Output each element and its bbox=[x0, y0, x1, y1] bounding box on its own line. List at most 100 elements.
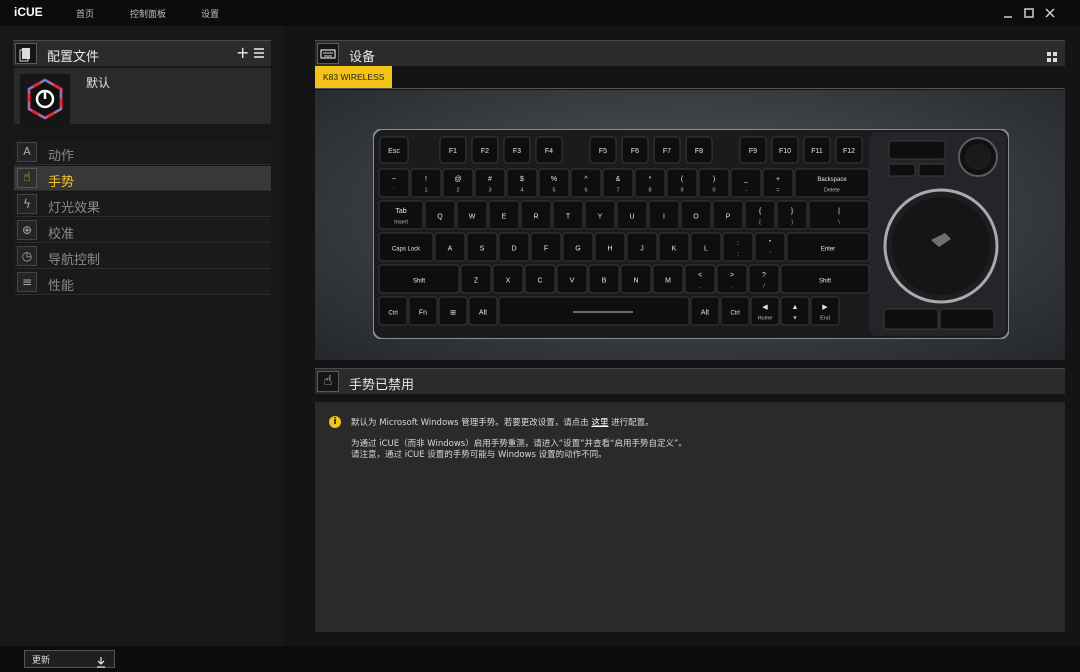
key-r0-2[interactable]: @2 bbox=[442, 168, 474, 198]
update-button[interactable]: 更新 bbox=[24, 650, 115, 668]
key-label: @ bbox=[454, 176, 461, 183]
key-label: L bbox=[704, 245, 708, 252]
key-r1-11[interactable]: {[ bbox=[744, 200, 776, 230]
key-r1-6[interactable]: Y bbox=[584, 200, 616, 230]
key-r4-8[interactable]: ▲▼ bbox=[780, 296, 810, 326]
key-r4-9[interactable]: ▶ End bbox=[810, 296, 840, 326]
minimize-icon[interactable] bbox=[1001, 5, 1015, 19]
key-f4[interactable]: F4 bbox=[535, 136, 563, 164]
key-r2-1[interactable]: A bbox=[434, 232, 466, 262]
key-r0-11[interactable]: _- bbox=[730, 168, 762, 198]
key-r3-6[interactable]: N bbox=[620, 264, 652, 294]
device-tab-k83[interactable]: K83 WIRELESS bbox=[315, 66, 393, 88]
grid-view-icon[interactable] bbox=[1046, 48, 1058, 62]
key-r1-4[interactable]: R bbox=[520, 200, 552, 230]
key-r0-12[interactable]: += bbox=[762, 168, 794, 198]
key-r0-4[interactable]: $4 bbox=[506, 168, 538, 198]
key-label: B bbox=[602, 277, 607, 284]
key-r1-0[interactable]: Tab Insert bbox=[378, 200, 424, 230]
key-r0-7[interactable]: &7 bbox=[602, 168, 634, 198]
key-r0-8[interactable]: *8 bbox=[634, 168, 666, 198]
key-r3-10[interactable]: ?/ bbox=[748, 264, 780, 294]
key-r0-0[interactable]: ~` bbox=[378, 168, 410, 198]
key-f10[interactable]: F10 bbox=[771, 136, 799, 164]
key-r3-2[interactable]: X bbox=[492, 264, 524, 294]
profile-card-default[interactable]: 默认 bbox=[14, 68, 271, 124]
key-r2-12[interactable]: Enter bbox=[786, 232, 870, 262]
profile-menu-icon[interactable] bbox=[253, 45, 265, 59]
menu-item-lighting[interactable]: ϟ 灯光效果 bbox=[14, 192, 271, 217]
close-icon[interactable] bbox=[1043, 5, 1057, 19]
key-r0-1[interactable]: !1 bbox=[410, 168, 442, 198]
key-r3-11[interactable]: Shift bbox=[780, 264, 870, 294]
key-f5[interactable]: F5 bbox=[589, 136, 617, 164]
key-f1[interactable]: F1 bbox=[439, 136, 467, 164]
key-r3-4[interactable]: V bbox=[556, 264, 588, 294]
key-r3-0[interactable]: Shift bbox=[378, 264, 460, 294]
key-r2-2[interactable]: S bbox=[466, 232, 498, 262]
key-f9[interactable]: F9 bbox=[739, 136, 767, 164]
key-f8[interactable]: F8 bbox=[685, 136, 713, 164]
key-r1-9[interactable]: O bbox=[680, 200, 712, 230]
nav-dashboard[interactable]: 控制面板 bbox=[130, 7, 166, 20]
key-r0-3[interactable]: #3 bbox=[474, 168, 506, 198]
key-r4-7[interactable]: ◀ Home bbox=[750, 296, 780, 326]
key-r2-7[interactable]: J bbox=[626, 232, 658, 262]
key-r0-13[interactable]: Backspace Delete bbox=[794, 168, 870, 198]
key-f11[interactable]: F11 bbox=[803, 136, 831, 164]
key-r4-4[interactable] bbox=[498, 296, 690, 326]
key-r4-3[interactable]: Alt bbox=[468, 296, 498, 326]
key-f6[interactable]: F6 bbox=[621, 136, 649, 164]
key-r0-10[interactable]: )0 bbox=[698, 168, 730, 198]
key-r3-5[interactable]: B bbox=[588, 264, 620, 294]
key-r4-0[interactable]: Ctrl bbox=[378, 296, 408, 326]
key-r3-9[interactable]: >. bbox=[716, 264, 748, 294]
key-r2-9[interactable]: L bbox=[690, 232, 722, 262]
key-r2-0[interactable]: Caps Lock bbox=[378, 232, 434, 262]
maximize-icon[interactable] bbox=[1022, 5, 1036, 19]
key-r0-5[interactable]: %5 bbox=[538, 168, 570, 198]
key-r1-7[interactable]: U bbox=[616, 200, 648, 230]
key-r2-11[interactable]: "' bbox=[754, 232, 786, 262]
key-label: Enter bbox=[821, 246, 835, 252]
key-r1-13[interactable]: |\ bbox=[808, 200, 870, 230]
key-r1-3[interactable]: E bbox=[488, 200, 520, 230]
menu-item-performance[interactable]: ≡ 性能 bbox=[14, 270, 271, 295]
keyboard-render[interactable]: Esc F1 F2 F3 F4 F5 F6 F7 F8 F9 F10 F11 F12 ~ `! 1 @2 #3 $4… bbox=[372, 128, 1010, 340]
nav-settings[interactable]: 设置 bbox=[201, 7, 219, 20]
menu-item-navigation[interactable]: ◷ 导航控制 bbox=[14, 244, 271, 269]
key-r3-7[interactable]: M bbox=[652, 264, 684, 294]
key-esc[interactable]: Esc bbox=[379, 136, 409, 164]
key-r4-6[interactable]: Ctrl bbox=[720, 296, 750, 326]
key-r1-2[interactable]: W bbox=[456, 200, 488, 230]
key-r2-6[interactable]: H bbox=[594, 232, 626, 262]
key-r2-5[interactable]: G bbox=[562, 232, 594, 262]
key-f2[interactable]: F2 bbox=[471, 136, 499, 164]
menu-item-calibration[interactable]: ⊕ 校准 bbox=[14, 218, 271, 243]
key-r3-3[interactable]: C bbox=[524, 264, 556, 294]
nav-home[interactable]: 首页 bbox=[76, 7, 94, 20]
menu-item-gestures[interactable]: ☝ 手势 bbox=[14, 166, 271, 191]
key-r3-1[interactable]: Z bbox=[460, 264, 492, 294]
key-f7[interactable]: F7 bbox=[653, 136, 681, 164]
key-r4-5[interactable]: Alt bbox=[690, 296, 720, 326]
key-r1-10[interactable]: P bbox=[712, 200, 744, 230]
key-r4-1[interactable]: Fn bbox=[408, 296, 438, 326]
key-r2-3[interactable]: D bbox=[498, 232, 530, 262]
key-r1-5[interactable]: T bbox=[552, 200, 584, 230]
key-r1-8[interactable]: I bbox=[648, 200, 680, 230]
key-r0-6[interactable]: ^6 bbox=[570, 168, 602, 198]
key-r4-2[interactable]: ⊞ bbox=[438, 296, 468, 326]
here-link[interactable]: 这里 bbox=[591, 418, 608, 428]
key-r1-12[interactable]: }] bbox=[776, 200, 808, 230]
menu-item-actions[interactable]: A 动作 bbox=[14, 140, 271, 165]
key-f3[interactable]: F3 bbox=[503, 136, 531, 164]
key-r2-4[interactable]: F bbox=[530, 232, 562, 262]
key-r0-9[interactable]: (9 bbox=[666, 168, 698, 198]
key-f12[interactable]: F12 bbox=[835, 136, 863, 164]
add-profile-icon[interactable]: + bbox=[236, 43, 249, 62]
key-r3-8[interactable]: <, bbox=[684, 264, 716, 294]
key-r1-1[interactable]: Q bbox=[424, 200, 456, 230]
key-r2-8[interactable]: K bbox=[658, 232, 690, 262]
key-r2-10[interactable]: :; bbox=[722, 232, 754, 262]
